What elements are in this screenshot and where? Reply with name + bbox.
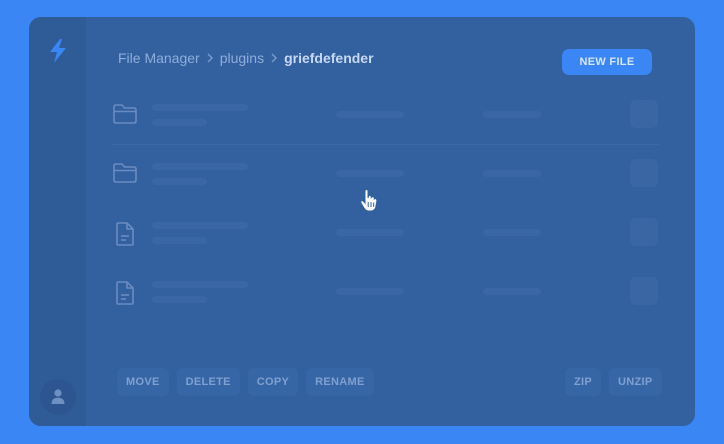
- row-actions-button[interactable]: [630, 277, 658, 305]
- user-icon: [51, 389, 65, 404]
- file-icon: [116, 281, 134, 305]
- archive-actions-toolbar: ZIP UNZIP: [565, 368, 662, 396]
- folder-icon: [113, 104, 137, 124]
- file-date-placeholder: [483, 111, 541, 118]
- folder-icon: [113, 163, 137, 183]
- sidebar: [29, 17, 86, 426]
- chevron-right-icon: [270, 53, 278, 63]
- file-size-placeholder: [336, 111, 404, 118]
- breadcrumb-plugins[interactable]: plugins: [220, 50, 264, 66]
- file-meta-placeholder: [152, 178, 207, 185]
- chevron-right-icon: [206, 53, 214, 63]
- file-row[interactable]: [112, 203, 660, 262]
- breadcrumb: File Manager plugins griefdefender: [118, 48, 374, 68]
- file-row[interactable]: [112, 262, 660, 321]
- row-actions-button[interactable]: [630, 218, 658, 246]
- file-meta-placeholder: [152, 237, 207, 244]
- file-size-placeholder: [336, 170, 404, 177]
- rename-button[interactable]: RENAME: [306, 368, 374, 396]
- file-name-placeholder: [152, 281, 248, 288]
- row-actions-button[interactable]: [630, 100, 658, 128]
- new-file-button[interactable]: NEW FILE: [562, 49, 652, 75]
- file-name-placeholder: [152, 104, 248, 111]
- breadcrumb-file-manager[interactable]: File Manager: [118, 50, 200, 66]
- app-window: File Manager plugins griefdefender NEW F…: [29, 17, 695, 426]
- zip-button[interactable]: ZIP: [565, 368, 602, 396]
- file-row[interactable]: [112, 144, 660, 203]
- row-actions-button[interactable]: [630, 159, 658, 187]
- delete-button[interactable]: DELETE: [176, 368, 240, 396]
- file-size-placeholder: [336, 229, 404, 236]
- move-button[interactable]: MOVE: [117, 368, 169, 396]
- file-date-placeholder: [483, 229, 541, 236]
- copy-button[interactable]: COPY: [247, 368, 299, 396]
- file-name-placeholder: [152, 222, 248, 229]
- file-size-placeholder: [336, 288, 404, 295]
- file-name-placeholder: [152, 163, 248, 170]
- hand-pointer-icon: [359, 188, 379, 218]
- file-list: [112, 85, 660, 321]
- file-date-placeholder: [483, 170, 541, 177]
- file-meta-placeholder: [152, 119, 207, 126]
- lightning-bolt-icon[interactable]: [46, 38, 70, 64]
- unzip-button[interactable]: UNZIP: [609, 368, 662, 396]
- file-meta-placeholder: [152, 296, 207, 303]
- file-actions-toolbar: MOVE DELETE COPY RENAME: [117, 368, 374, 396]
- file-date-placeholder: [483, 288, 541, 295]
- file-icon: [116, 222, 134, 246]
- breadcrumb-current: griefdefender: [284, 50, 374, 66]
- file-row[interactable]: [112, 85, 660, 145]
- avatar[interactable]: [40, 379, 76, 415]
